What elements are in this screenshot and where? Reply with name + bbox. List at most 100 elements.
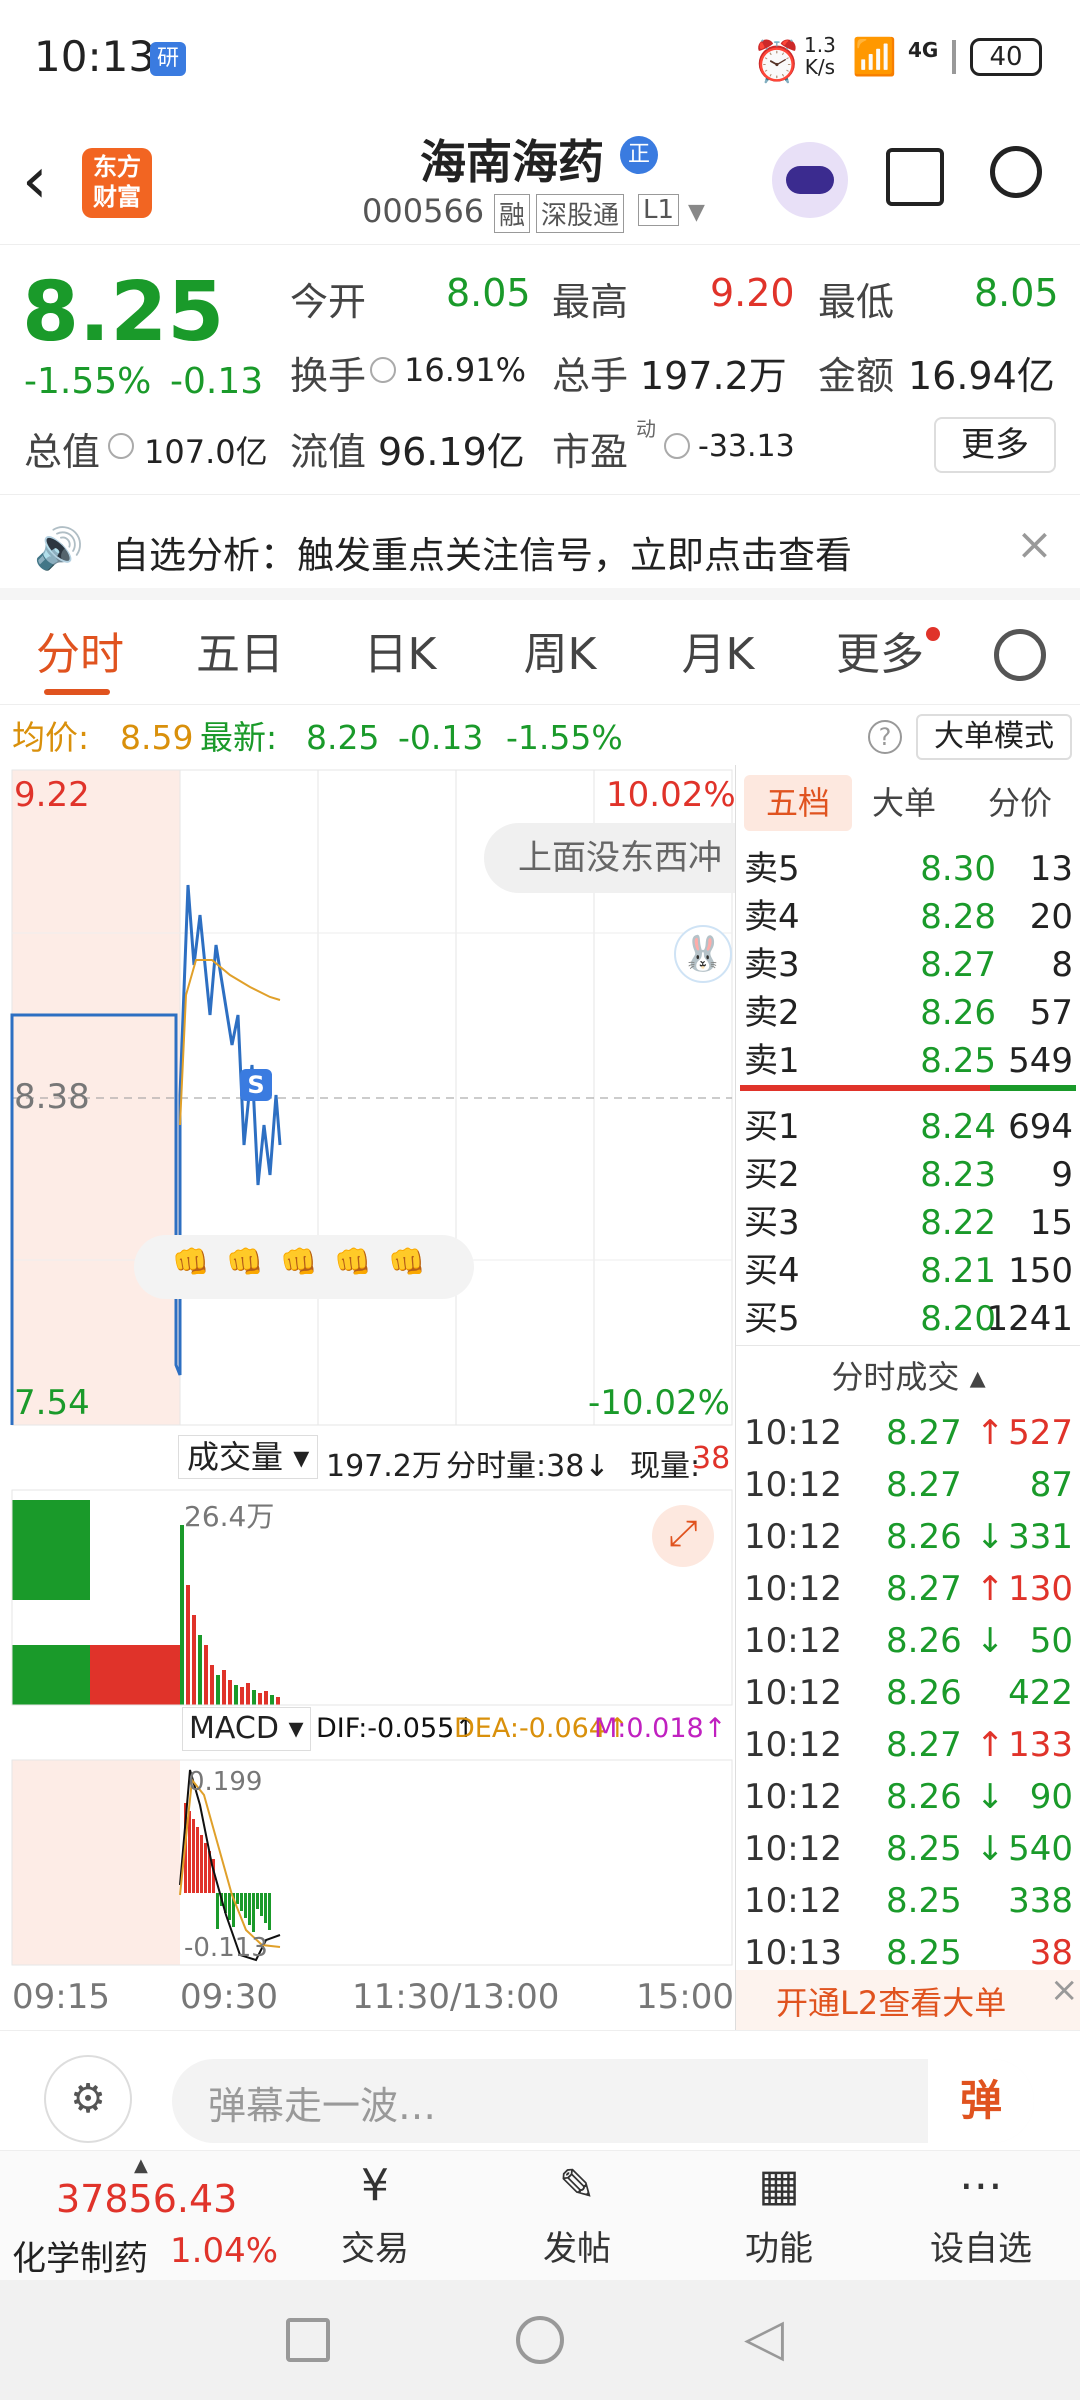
turnover-info-icon[interactable]: [370, 357, 396, 383]
trade-time: 10:12: [744, 1621, 842, 1661]
assistant-robot-icon[interactable]: [772, 142, 848, 218]
macd-pre-shade: [12, 1760, 180, 1965]
ask-row[interactable]: 卖1 8.25 549: [736, 1037, 1080, 1085]
ask-price: 8.25: [920, 1041, 996, 1081]
help-icon[interactable]: ?: [868, 720, 902, 754]
bid-row[interactable]: 买4 8.21 150: [736, 1247, 1080, 1295]
macd-bar: [260, 1893, 263, 1916]
comment-settings-icon[interactable]: ⚙: [44, 2055, 132, 2143]
bid-price: 8.20: [920, 1299, 996, 1339]
bid-row[interactable]: 买3 8.22 15: [736, 1199, 1080, 1247]
sell-signal-icon[interactable]: S: [240, 1069, 272, 1101]
volume-bar: [12, 1645, 90, 1705]
mktcap-value: 107.0亿: [144, 433, 268, 471]
bid-row[interactable]: 买2 8.23 9: [736, 1151, 1080, 1199]
stock-header: ‹ 东方 财富 海南海药 正 000566 融 深股通 L1 ▼: [0, 120, 1080, 245]
nav-add-watchlist[interactable]: ⋯ 设自选: [916, 2151, 1046, 2281]
dif-value: DIF:-0.055↑: [316, 1713, 477, 1744]
trade-arrow: ↑: [976, 1569, 1005, 1609]
volume-bar: [90, 1645, 180, 1705]
more-button[interactable]: 更多: [934, 417, 1056, 473]
ticker-arrow-icon: ▲: [134, 2155, 148, 2176]
m-value: M:0.018↑: [594, 1713, 727, 1744]
l2-promo[interactable]: 开通L2查看大单 ×: [736, 1970, 1080, 2030]
danmaku-input[interactable]: 弹幕走一波… 弹: [172, 2059, 1034, 2143]
bid-level: 买1: [744, 1107, 800, 1147]
nav-post[interactable]: ✎ 发帖: [512, 2151, 642, 2281]
y-mid-label: 8.38: [14, 1077, 90, 1117]
macd-bar: [192, 1819, 195, 1893]
pct-min-label: -10.02%: [588, 1383, 730, 1423]
danmaku-toggle-button[interactable]: 弹: [928, 2059, 1034, 2143]
l2-close-icon[interactable]: ×: [1050, 1970, 1079, 2010]
fist-icon: 👊: [280, 1245, 318, 1280]
period-tabs: 分时 五日 日K 周K 月K 更多: [0, 605, 1080, 705]
bid-price: 8.24: [920, 1107, 996, 1147]
bid-row[interactable]: 买1 8.24 694: [736, 1103, 1080, 1151]
network-type: 4G: [908, 38, 939, 62]
tag-level: L1: [638, 194, 680, 226]
macd-bar: [196, 1827, 199, 1893]
nav-trade[interactable]: ¥ 交易: [310, 2151, 440, 2281]
ask-row[interactable]: 卖3 8.27 8: [736, 941, 1080, 989]
tab-more[interactable]: 更多: [820, 605, 940, 705]
intraday-chart[interactable]: 9.22 8.38 7.54 10.02% -10.02% 上面没东西冲 🐰 S…: [0, 765, 736, 2030]
fist-icon: 👊: [226, 1245, 264, 1280]
trade-arrow: ↓: [976, 1621, 1005, 1661]
rabbit-avatar-icon[interactable]: 🐰: [674, 925, 732, 983]
expand-icon[interactable]: ⤢: [652, 1505, 714, 1567]
back-nav-icon[interactable]: ◁: [744, 2308, 784, 2368]
close-icon[interactable]: ×: [1016, 519, 1053, 570]
macd-bar: [200, 1835, 203, 1893]
home-icon[interactable]: [516, 2316, 564, 2364]
pe-info-icon[interactable]: [664, 433, 690, 459]
tab-big-orders[interactable]: 大单: [872, 775, 936, 831]
share-icon[interactable]: [886, 148, 944, 206]
tab-five-day[interactable]: 五日: [180, 605, 300, 705]
bid-level: 买2: [744, 1155, 800, 1195]
tab-price-dist[interactable]: 分价: [988, 775, 1052, 831]
ask-row[interactable]: 卖4 8.28 20: [736, 893, 1080, 941]
settings-icon[interactable]: [994, 629, 1046, 681]
tab-day-k[interactable]: 日K: [340, 605, 460, 705]
macd-bot-label: -0.113: [184, 1933, 268, 1963]
search-icon[interactable]: [990, 146, 1042, 198]
volume-bar: [216, 1675, 220, 1705]
trade-volume: 133: [1008, 1725, 1073, 1765]
tab-five-levels[interactable]: 五档: [744, 775, 852, 831]
mktcap-info-icon[interactable]: [108, 433, 134, 459]
tab-indicator: [44, 689, 110, 695]
ask-level: 卖3: [744, 945, 800, 985]
last-price: 8.25: [22, 265, 225, 360]
bid-volume: 1241: [986, 1299, 1073, 1339]
volume-indicator-select[interactable]: 成交量 ▾: [178, 1435, 319, 1479]
big-order-mode-button[interactable]: 大单模式: [916, 714, 1072, 760]
code-dropdown-icon[interactable]: ▼: [688, 200, 705, 225]
trade-price: 8.26: [886, 1673, 962, 1713]
back-icon[interactable]: ‹: [22, 144, 48, 218]
tab-week-k[interactable]: 周K: [500, 605, 620, 705]
index-ticker[interactable]: ▲ 37856.43 化学制药 1.04%: [10, 2151, 280, 2281]
trade-time: 10:12: [744, 1569, 842, 1609]
pct-max-label: 10.02%: [606, 775, 736, 815]
recent-apps-icon[interactable]: [286, 2318, 330, 2362]
bid-volume: 694: [1008, 1107, 1073, 1147]
float-label: 流值: [290, 430, 367, 474]
ask-row[interactable]: 卖2 8.26 57: [736, 989, 1080, 1037]
trades-title[interactable]: 分时成交 ▴: [736, 1351, 1080, 1403]
tab-month-k[interactable]: 月K: [658, 605, 778, 705]
ask-price: 8.27: [920, 945, 996, 985]
macd-indicator-select[interactable]: MACD ▾: [182, 1707, 311, 1751]
brand-logo[interactable]: 东方 财富: [82, 148, 152, 218]
signal-banner[interactable]: 🔊 自选分析：触发重点关注信号，立即点击查看 ×: [0, 495, 1080, 600]
volume-bar: [222, 1670, 226, 1705]
trade-arrow: ↓: [976, 1829, 1005, 1869]
bid-row[interactable]: 买5 8.20 1241: [736, 1295, 1080, 1343]
fist-reactions[interactable]: 👊 👊 👊 👊 👊: [134, 1235, 474, 1299]
index-name: 化学制药: [12, 2239, 148, 2279]
bottom-nav: ▲ 37856.43 化学制药 1.04% ¥ 交易 ✎ 发帖 ▦ 功能 ⋯ 设…: [0, 2150, 1080, 2280]
ask-row[interactable]: 卖5 8.30 13: [736, 845, 1080, 893]
ask-level: 卖1: [744, 1041, 800, 1081]
ask-volume: 8: [1051, 945, 1073, 985]
nav-functions[interactable]: ▦ 功能: [714, 2151, 844, 2281]
